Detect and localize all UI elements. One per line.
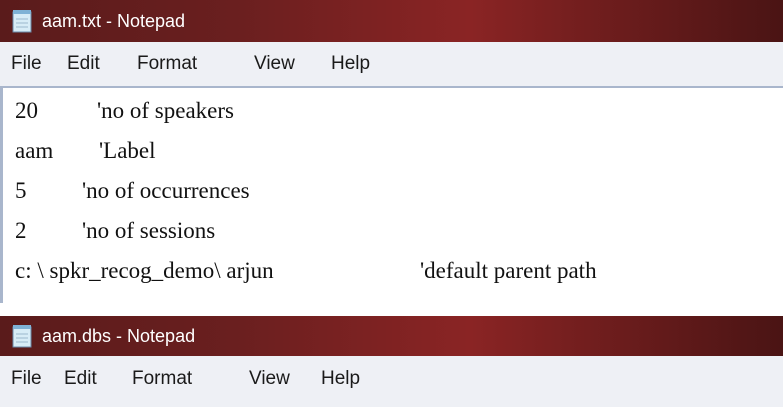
menu-file[interactable]: File [11, 42, 42, 86]
menu-format[interactable]: Format [132, 356, 192, 402]
title-bar[interactable]: aam.dbs - Notepad [0, 316, 783, 356]
line-value: 2 [15, 218, 27, 243]
line-comment: 'Label [99, 138, 156, 163]
line-value: c: \ spkr_recog_demo\ arjun [15, 258, 274, 283]
line-comment: 'no of sessions [82, 218, 216, 243]
line-value: aam [15, 138, 54, 163]
line-value: 20 [15, 98, 38, 123]
line-comment: 'default parent path [420, 258, 597, 283]
menu-file[interactable]: File [11, 356, 42, 402]
menu-format[interactable]: Format [137, 42, 197, 86]
title-bar[interactable]: aam.txt - Notepad [0, 0, 783, 42]
window-title: aam.dbs - Notepad [42, 326, 196, 346]
notepad-icon [12, 10, 32, 33]
notepad-icon [12, 325, 32, 348]
menu-edit[interactable]: Edit [64, 356, 97, 402]
menu-bar: File Edit Format View Help [0, 42, 783, 88]
menu-edit[interactable]: Edit [67, 42, 100, 86]
text-editor-area[interactable]: 20 'no of speakers aam 'Label 5 'no of o… [0, 88, 783, 303]
line-comment: 'no of occurrences [82, 178, 250, 203]
line-comment: 'no of speakers [97, 98, 234, 123]
notepad-window-aam-dbs: aam.dbs - Notepad File Edit Format View … [0, 316, 783, 407]
menu-bar: File Edit Format View Help [0, 356, 783, 407]
menu-view[interactable]: View [249, 356, 290, 402]
menu-help[interactable]: Help [321, 356, 360, 402]
window-title: aam.txt - Notepad [42, 11, 186, 31]
menu-help[interactable]: Help [331, 42, 370, 86]
menu-view[interactable]: View [254, 42, 295, 86]
line-value: 5 [15, 178, 27, 203]
notepad-window-aam-txt: aam.txt - Notepad File Edit Format View … [0, 0, 783, 303]
